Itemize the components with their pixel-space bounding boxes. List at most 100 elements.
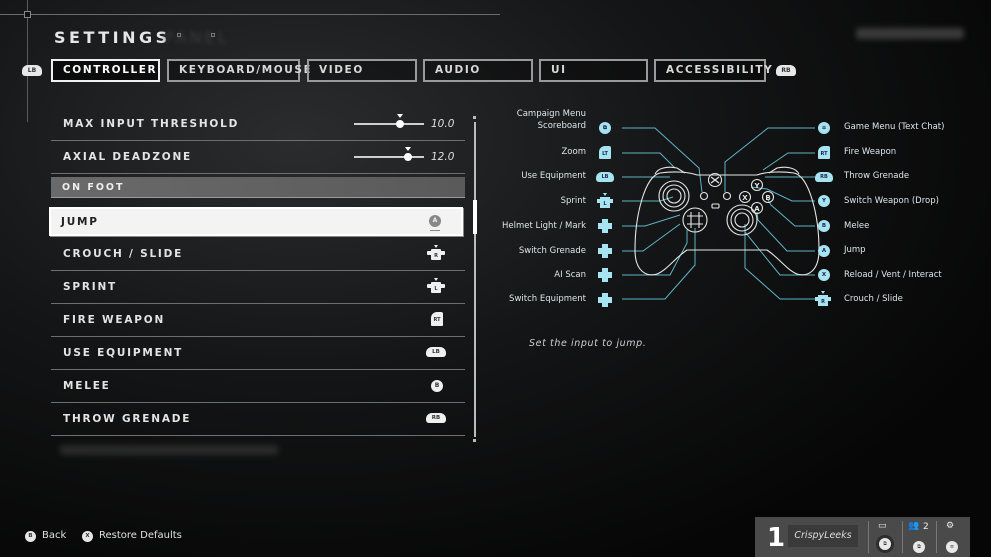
dpad-left-icon — [598, 244, 612, 258]
binding-row-sprint[interactable]: SPRINT L — [51, 271, 465, 304]
scrollbar-track[interactable] — [474, 122, 476, 437]
blurred-background-text — [60, 445, 278, 455]
map-label-switch-weapon: Switch Weapon (Drop) — [844, 196, 939, 206]
dpad-down-icon — [598, 268, 612, 282]
right-bumper-tab-next[interactable]: RB — [776, 65, 796, 76]
setting-description: Set the input to jump. — [529, 338, 647, 349]
x-button-icon: X — [82, 531, 93, 542]
tab-ui[interactable]: UI — [539, 59, 648, 82]
controller-diagram: Y X B A Campaign Menu Scoreboard ⧉ Zoom … — [495, 100, 991, 320]
controller-body — [634, 166, 820, 276]
binding-row-use-equipment[interactable]: USE EQUIPMENT LB — [51, 337, 465, 370]
right-trigger-icon: RT — [818, 146, 830, 159]
left-stick-click-icon: L — [597, 193, 613, 208]
binding-row-fire-weapon[interactable]: FIRE WEAPON RT — [51, 304, 465, 337]
map-label-zoom: Zoom — [561, 147, 586, 157]
right-stick-ring — [730, 208, 754, 232]
binding-row-jump[interactable]: JUMP A — [49, 207, 463, 236]
menu-button-icon: ≡ — [946, 541, 958, 553]
frame-corner-marker — [24, 11, 31, 18]
map-label-switch-equipment: Switch Equipment — [509, 294, 586, 304]
a-button-icon: A — [429, 215, 441, 231]
left-stick-click-icon: L — [427, 278, 445, 293]
tab-video[interactable]: VIDEO — [307, 59, 417, 82]
y-letter: Y — [753, 182, 760, 190]
y-button-icon: Y — [818, 195, 830, 207]
map-label-crouch-slide: Crouch / Slide — [844, 294, 903, 304]
party-button[interactable]: 👥 2 ⧉ — [903, 517, 935, 557]
restore-defaults-label: Restore Defaults — [99, 530, 182, 541]
map-label-switch-grenade: Switch Grenade — [518, 246, 586, 256]
axial-deadzone-slider[interactable] — [354, 147, 424, 161]
gamertag[interactable]: CrispyLeeks — [788, 525, 858, 547]
right-trigger-icon: RT — [431, 312, 443, 326]
setting-axial-deadzone[interactable]: AXIAL DEADZONE 12.0 — [51, 141, 465, 174]
scrollbar-thumb[interactable] — [473, 200, 477, 234]
face-button-letters: Y X B A — [742, 182, 770, 213]
callout-line-b — [767, 199, 815, 227]
right-bumper-icon: RB — [426, 413, 446, 423]
right-bumper-icon: RB — [815, 172, 833, 182]
map-label-use-equipment: Use Equipment — [521, 171, 586, 181]
dpad-cross — [687, 212, 703, 228]
page-title: SETTINGS — [54, 28, 171, 47]
decorative-square-icon — [211, 33, 215, 37]
left-bumper-tab-prev[interactable]: LB — [22, 65, 42, 76]
controller-outline-svg: Y X B A — [622, 127, 820, 300]
back-label: Back — [42, 530, 67, 541]
callout-line-ls — [622, 196, 674, 202]
section-label: ON FOOT — [62, 182, 125, 193]
binding-label: SPRINT — [63, 281, 117, 293]
slider-default-marker — [404, 147, 411, 151]
map-label-fire-weapon: Fire Weapon — [844, 147, 897, 157]
xbox-logo-icon — [710, 176, 720, 184]
left-bumper-icon: LB — [596, 172, 614, 182]
left-stick-ring-inner — [666, 188, 682, 204]
binding-label: FIRE WEAPON — [63, 314, 166, 326]
slider-value: 12.0 — [431, 151, 455, 163]
max-input-threshold-slider[interactable] — [354, 114, 424, 128]
callout-line-dpad-right — [622, 228, 696, 300]
view-button-icon: ⧉ — [913, 541, 925, 553]
tab-controller[interactable]: CONTROLLER — [51, 59, 160, 82]
glyph-underline — [430, 230, 440, 231]
setting-max-input-threshold[interactable]: MAX INPUT THRESHOLD 10.0 — [51, 108, 465, 141]
settings-button[interactable]: ⚙ ≡ — [937, 517, 970, 557]
callout-line-lt — [622, 152, 676, 169]
callout-line-dpad-down — [622, 230, 688, 276]
callout-line-view — [622, 127, 703, 193]
scroll-down-indicator[interactable] — [473, 439, 476, 442]
blurred-background-text: PANEL — [164, 28, 230, 47]
decorative-square-icon — [177, 33, 181, 37]
map-label-sprint: Sprint — [560, 196, 586, 206]
section-header-on-foot: ON FOOT — [51, 177, 465, 198]
view-button-icon: ⧉ — [879, 538, 891, 550]
slider-knob[interactable] — [395, 120, 404, 128]
view-button-icon: ⧉ — [599, 122, 611, 134]
slider-knob[interactable] — [403, 153, 412, 161]
chat-button[interactable]: ▭ ⧉ — [869, 517, 901, 557]
party-count: 2 — [923, 522, 929, 532]
right-stick-ring-inner — [734, 212, 750, 228]
frame-line-vertical — [27, 0, 28, 122]
menu-button — [722, 191, 732, 201]
callout-line-menu — [724, 127, 815, 192]
callout-line-dpad-up — [622, 214, 681, 227]
slider-value: 10.0 — [431, 118, 455, 130]
binding-label: CROUCH / SLIDE — [63, 248, 184, 260]
binding-row-throw-grenade[interactable]: THROW GRENADE RB — [51, 403, 465, 436]
tab-keyboard-mouse[interactable]: KEYBOARD/MOUSE — [167, 59, 311, 82]
binding-row-crouch-slide[interactable]: CROUCH / SLIDE R — [51, 238, 465, 271]
chat-icon: ▭ — [878, 521, 887, 531]
callout-line-dpad-left — [622, 223, 681, 252]
settings-gear-icon: ⚙ — [946, 521, 955, 531]
map-label-reload: Reload / Vent / Interact — [844, 270, 942, 280]
map-label-campaign-menu: Campaign Menu Scoreboard — [516, 109, 586, 131]
binding-label: JUMP — [61, 216, 99, 228]
tab-audio[interactable]: AUDIO — [423, 59, 533, 82]
tab-accessibility[interactable]: ACCESSIBILITY — [654, 59, 772, 82]
binding-row-melee[interactable]: MELEE B — [51, 370, 465, 403]
scroll-up-indicator[interactable] — [473, 116, 476, 119]
map-label-ai-scan: AI Scan — [554, 270, 586, 280]
left-bumper-icon: LB — [426, 347, 446, 357]
